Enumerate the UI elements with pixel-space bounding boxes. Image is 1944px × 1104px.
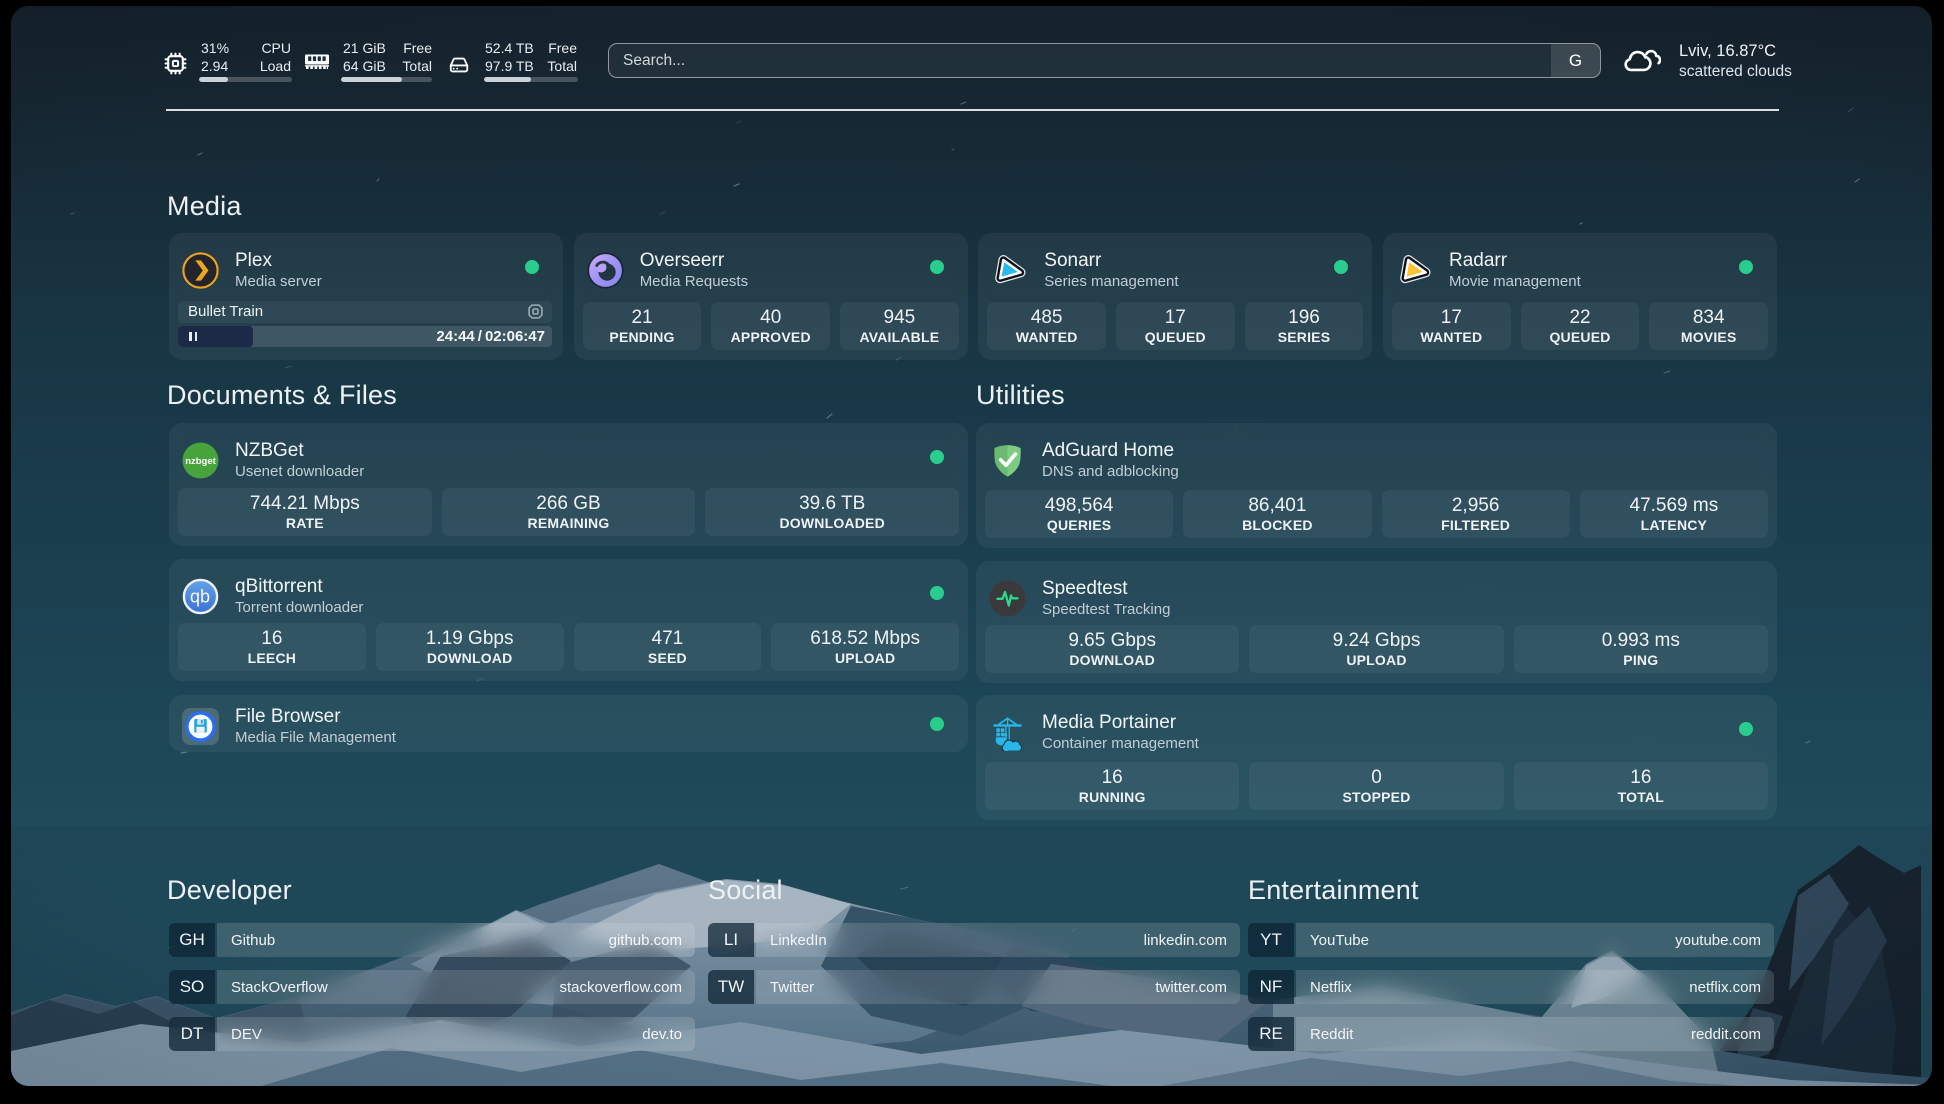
svg-text:qb: qb bbox=[190, 586, 210, 606]
svg-text:nzbget: nzbget bbox=[185, 455, 216, 466]
